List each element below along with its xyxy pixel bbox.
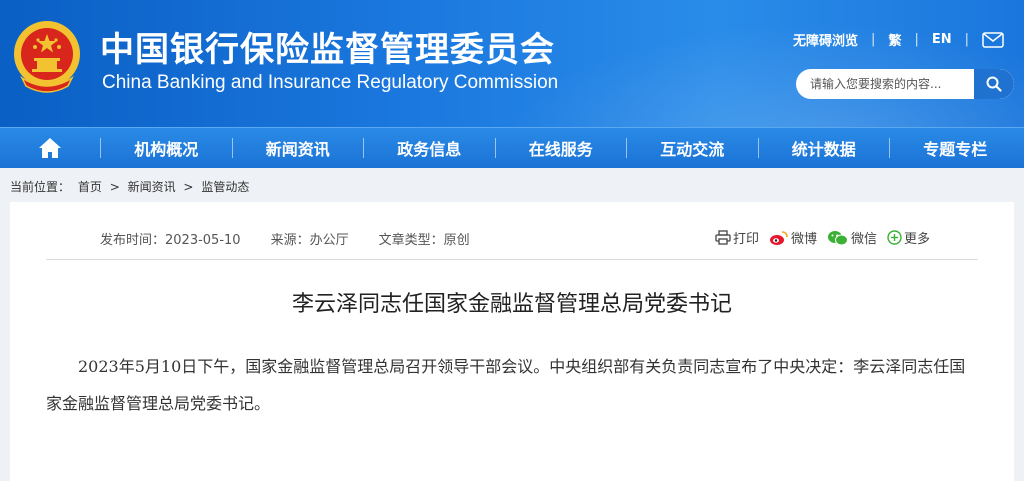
printer-icon	[715, 230, 731, 245]
article-type: 文章类型：原创	[378, 233, 470, 248]
breadcrumb-regulatory-news[interactable]: 监管动态	[201, 180, 249, 194]
share-bar: 打印 微博 微信 更多	[705, 228, 930, 247]
print-button[interactable]: 打印	[715, 228, 759, 247]
more-label: 更多	[903, 232, 930, 247]
article-source: 来源：办公厅	[270, 233, 349, 248]
nav-item-online-services[interactable]: 在线服务	[496, 136, 627, 160]
breadcrumb-news[interactable]: 新闻资讯	[128, 180, 176, 194]
site-header: 中国银行保险监督管理委员会 China Banking and Insuranc…	[0, 0, 1024, 127]
nav-item-news[interactable]: 新闻资讯	[233, 136, 364, 160]
link-separator: |	[964, 32, 969, 47]
main-nav: 机构概况 新闻资讯 政务信息 在线服务 互动交流 统计数据 专题专栏	[0, 127, 1024, 168]
nav-item-statistics[interactable]: 统计数据	[759, 136, 890, 160]
link-separator: |	[871, 32, 876, 47]
english-link[interactable]: EN	[932, 32, 952, 47]
wechat-label: 微信	[850, 232, 877, 247]
top-links: 无障碍浏览 | 繁 | EN |	[793, 30, 1004, 49]
breadcrumb-home[interactable]: 首页	[78, 180, 102, 194]
breadcrumb-separator: >	[109, 180, 120, 194]
traditional-chinese-link[interactable]: 繁	[888, 30, 901, 49]
link-separator: |	[914, 32, 919, 47]
meta-divider	[46, 259, 978, 260]
weibo-icon	[769, 230, 788, 245]
article-body: 2023年5月10日下午，国家金融监督管理总局召开领导干部会议。中央组织部有关负…	[46, 348, 978, 422]
weibo-label: 微博	[790, 232, 817, 247]
breadcrumb-separator: >	[183, 180, 194, 194]
breadcrumb: 当前位置： 首页 > 新闻资讯 > 监管动态	[10, 178, 253, 195]
accessibility-link[interactable]: 无障碍浏览	[793, 30, 858, 49]
nav-item-special-topics[interactable]: 专题专栏	[890, 136, 1021, 160]
breadcrumb-prefix: 当前位置：	[10, 180, 71, 194]
weibo-share-button[interactable]: 微博	[769, 228, 817, 247]
nav-home[interactable]	[0, 137, 100, 159]
nav-item-government-info[interactable]: 政务信息	[364, 136, 495, 160]
print-label: 打印	[732, 232, 759, 247]
nav-item-about[interactable]: 机构概况	[101, 136, 232, 160]
article-container: 发布时间：2023-05-10 来源：办公厅 文章类型：原创 打印 微博 微信 …	[10, 202, 1014, 481]
more-share-button[interactable]: 更多	[887, 228, 930, 247]
wechat-icon	[827, 230, 848, 245]
search-button[interactable]	[974, 69, 1014, 99]
national-emblem-icon	[14, 21, 80, 93]
site-title-cn: 中国银行保险监督管理委员会	[100, 30, 555, 70]
publish-time: 发布时间：2023-05-10	[100, 233, 241, 248]
nav-item-interaction[interactable]: 互动交流	[627, 136, 758, 160]
plus-circle-icon	[887, 230, 902, 245]
wechat-share-button[interactable]: 微信	[827, 228, 877, 247]
search-input[interactable]	[796, 69, 974, 99]
search-icon	[986, 76, 1002, 92]
home-icon	[39, 138, 61, 158]
article-title: 李云泽同志任国家金融监督管理总局党委书记	[291, 292, 732, 317]
search-box	[796, 69, 1014, 99]
mail-icon[interactable]	[982, 31, 1004, 48]
site-title-en: China Banking and Insurance Regulatory C…	[102, 72, 559, 93]
article-meta: 发布时间：2023-05-10 来源：办公厅 文章类型：原创	[100, 229, 500, 248]
article-paragraph: 2023年5月10日下午，国家金融监督管理总局召开领导干部会议。中央组织部有关负…	[46, 357, 966, 413]
